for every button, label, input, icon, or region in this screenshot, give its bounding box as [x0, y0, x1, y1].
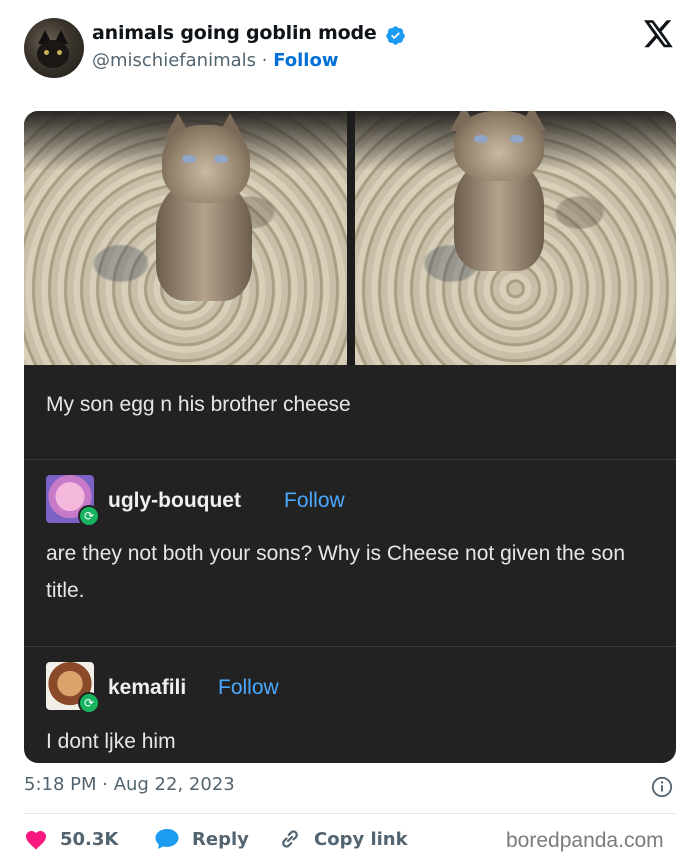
x-logo-icon[interactable]	[644, 20, 674, 48]
reblog-username[interactable]: kemafili	[108, 676, 186, 700]
tweet-timestamp[interactable]: 5:18 PM · Aug 22, 2023	[24, 774, 235, 795]
reblog-follow-button[interactable]: Follow	[218, 676, 279, 700]
like-button[interactable]: 50.3K	[24, 822, 118, 856]
copy-link-button[interactable]: Copy link	[278, 822, 408, 856]
verified-badge-icon	[386, 26, 405, 45]
handle-separator: ·	[256, 50, 274, 71]
reblog-text: are they not both your sons? Why is Chee…	[46, 542, 626, 602]
reply-button[interactable]: Reply	[154, 822, 249, 856]
post-caption: My son egg n his brother cheese	[46, 393, 351, 416]
display-name[interactable]: animals going goblin mode	[92, 22, 377, 44]
follow-button[interactable]: Follow	[273, 50, 338, 71]
reblog-badge-icon: ⟳	[78, 505, 100, 527]
copy-link-label: Copy link	[314, 828, 408, 850]
photo-divider	[347, 111, 355, 365]
like-count: 50.3K	[60, 828, 119, 850]
profile-avatar[interactable]	[24, 18, 84, 78]
info-icon[interactable]	[651, 776, 673, 798]
reblog-follow-button[interactable]: Follow	[284, 489, 345, 513]
handle-row: @mischiefanimals · Follow	[92, 50, 338, 71]
handle[interactable]: @mischiefanimals	[92, 50, 256, 71]
kitten-photo-left	[24, 111, 347, 365]
speech-bubble-icon	[155, 829, 179, 849]
watermark: boredpanda.com	[506, 829, 664, 852]
actions-divider	[24, 813, 676, 814]
media-image[interactable]: My son egg n his brother cheese ⟳ ugly-b…	[24, 111, 676, 763]
heart-icon	[26, 831, 46, 850]
link-icon	[282, 830, 298, 848]
reply-label: Reply	[192, 828, 249, 850]
reblog-username[interactable]: ugly-bouquet	[108, 489, 241, 513]
post-divider	[24, 459, 676, 460]
tweet-header: animals going goblin mode @mischiefanima…	[0, 0, 700, 100]
kitten-photo-right	[355, 111, 676, 365]
reblog-text: I dont ljke him	[46, 730, 176, 753]
post-divider	[24, 646, 676, 647]
reblog-badge-icon: ⟳	[78, 692, 100, 714]
